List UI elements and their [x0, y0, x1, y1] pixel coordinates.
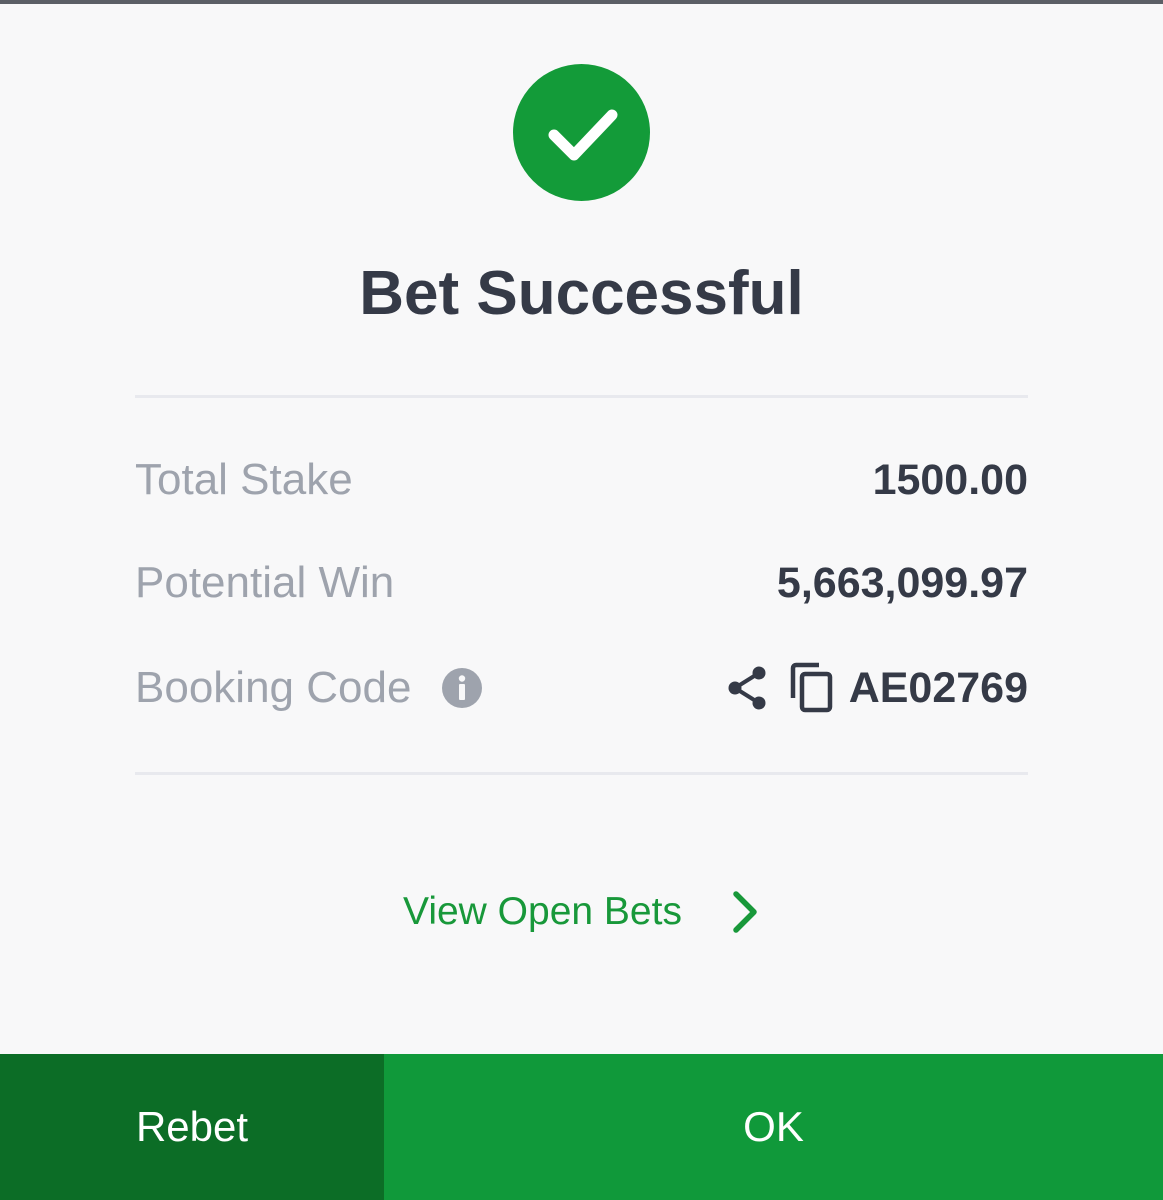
potential-win-label: Potential Win — [135, 558, 395, 607]
success-check-icon — [513, 64, 650, 201]
info-icon[interactable] — [441, 667, 483, 709]
booking-code-row: Booking Code AE02769 — [135, 658, 1028, 718]
top-edge — [0, 0, 1163, 4]
booking-code-label-group: Booking Code — [135, 663, 483, 713]
share-icon[interactable] — [725, 664, 769, 712]
view-open-bets-link[interactable]: View Open Bets — [0, 890, 1163, 934]
booking-code-value-group: AE02769 — [725, 662, 1028, 714]
potential-win-row: Potential Win 5,663,099.97 — [135, 553, 1028, 613]
divider-top — [135, 395, 1028, 398]
dialog-title: Bet Successful — [359, 259, 804, 328]
view-open-bets-label: View Open Bets — [403, 890, 682, 933]
copy-icon[interactable] — [789, 662, 835, 714]
chevron-right-icon — [730, 890, 760, 934]
booking-code-label: Booking Code — [135, 663, 412, 712]
booking-code-value[interactable]: AE02769 — [849, 664, 1028, 713]
ok-button[interactable]: OK — [384, 1054, 1163, 1200]
total-stake-label: Total Stake — [135, 455, 353, 504]
divider-bottom — [135, 772, 1028, 775]
bet-success-screen: Bet Successful Total Stake 1500.00 Poten… — [0, 0, 1163, 1200]
total-stake-value: 1500.00 — [872, 455, 1028, 504]
potential-win-value: 5,663,099.97 — [776, 558, 1028, 607]
footer-actions: Rebet OK — [0, 1054, 1163, 1200]
rebet-button[interactable]: Rebet — [0, 1054, 384, 1200]
total-stake-row: Total Stake 1500.00 — [135, 450, 1028, 510]
